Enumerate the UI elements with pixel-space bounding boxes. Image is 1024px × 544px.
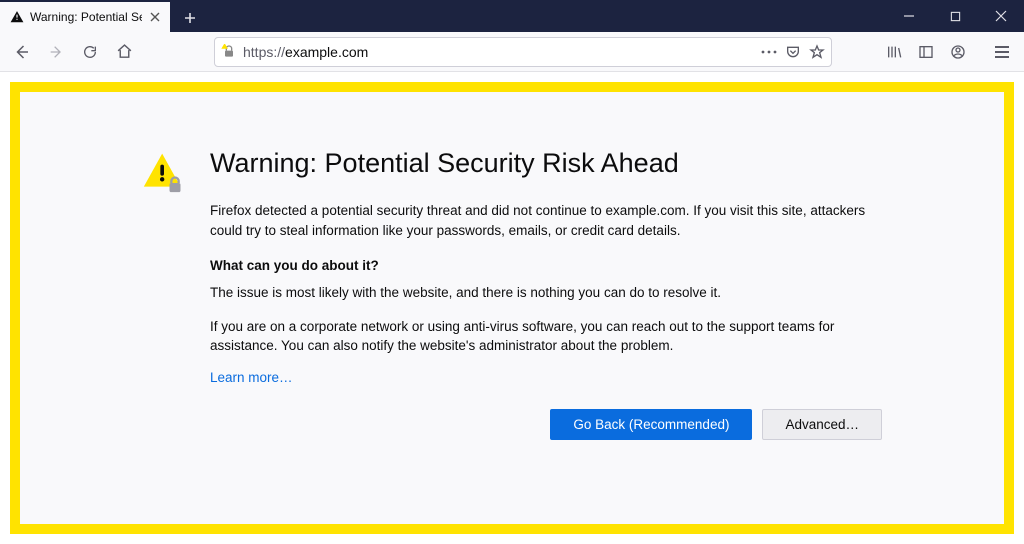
- new-tab-button[interactable]: [176, 4, 204, 32]
- pocket-icon[interactable]: [785, 44, 801, 60]
- warning-icon: [10, 10, 24, 24]
- forward-button[interactable]: [40, 36, 72, 68]
- warning-triangle-icon: [142, 148, 188, 440]
- url-text: https://example.com: [243, 44, 755, 60]
- content-area: Warning: Potential Security Risk Ahead F…: [0, 72, 1024, 544]
- close-window-button[interactable]: [978, 0, 1024, 32]
- learn-more-link[interactable]: Learn more…: [210, 370, 293, 385]
- maximize-button[interactable]: [932, 0, 978, 32]
- warning-description: Firefox detected a potential security th…: [210, 201, 882, 240]
- go-back-button[interactable]: Go Back (Recommended): [550, 409, 752, 440]
- sidebar-icon[interactable]: [910, 36, 942, 68]
- library-icon[interactable]: [878, 36, 910, 68]
- tls-warning-page: Warning: Potential Security Risk Ahead F…: [10, 82, 1014, 534]
- nav-toolbar: https://example.com: [0, 32, 1024, 72]
- warning-subheading: What can you do about it?: [210, 258, 882, 273]
- home-button[interactable]: [108, 36, 140, 68]
- window-controls: [886, 0, 1024, 32]
- advanced-button[interactable]: Advanced…: [762, 409, 882, 440]
- reload-button[interactable]: [74, 36, 106, 68]
- close-tab-button[interactable]: [148, 10, 162, 24]
- tab-title: Warning: Potential Security Risk: [30, 10, 142, 24]
- url-bar[interactable]: https://example.com: [214, 37, 832, 67]
- tab-bar: Warning: Potential Security Risk: [0, 0, 1024, 32]
- account-icon[interactable]: [942, 36, 974, 68]
- minimize-button[interactable]: [886, 0, 932, 32]
- lock-warning-icon: [221, 44, 237, 60]
- url-domain: example.com: [285, 44, 368, 60]
- warning-title: Warning: Potential Security Risk Ahead: [210, 148, 882, 179]
- hamburger-menu-button[interactable]: [986, 36, 1018, 68]
- warning-advice-2: If you are on a corporate network or usi…: [210, 317, 882, 356]
- bookmark-star-icon[interactable]: [809, 44, 825, 60]
- warning-advice-1: The issue is most likely with the websit…: [210, 283, 882, 303]
- browser-tab[interactable]: Warning: Potential Security Risk: [0, 2, 170, 32]
- url-protocol: https://: [243, 44, 285, 60]
- back-button[interactable]: [6, 36, 38, 68]
- page-actions-icon[interactable]: [761, 50, 777, 54]
